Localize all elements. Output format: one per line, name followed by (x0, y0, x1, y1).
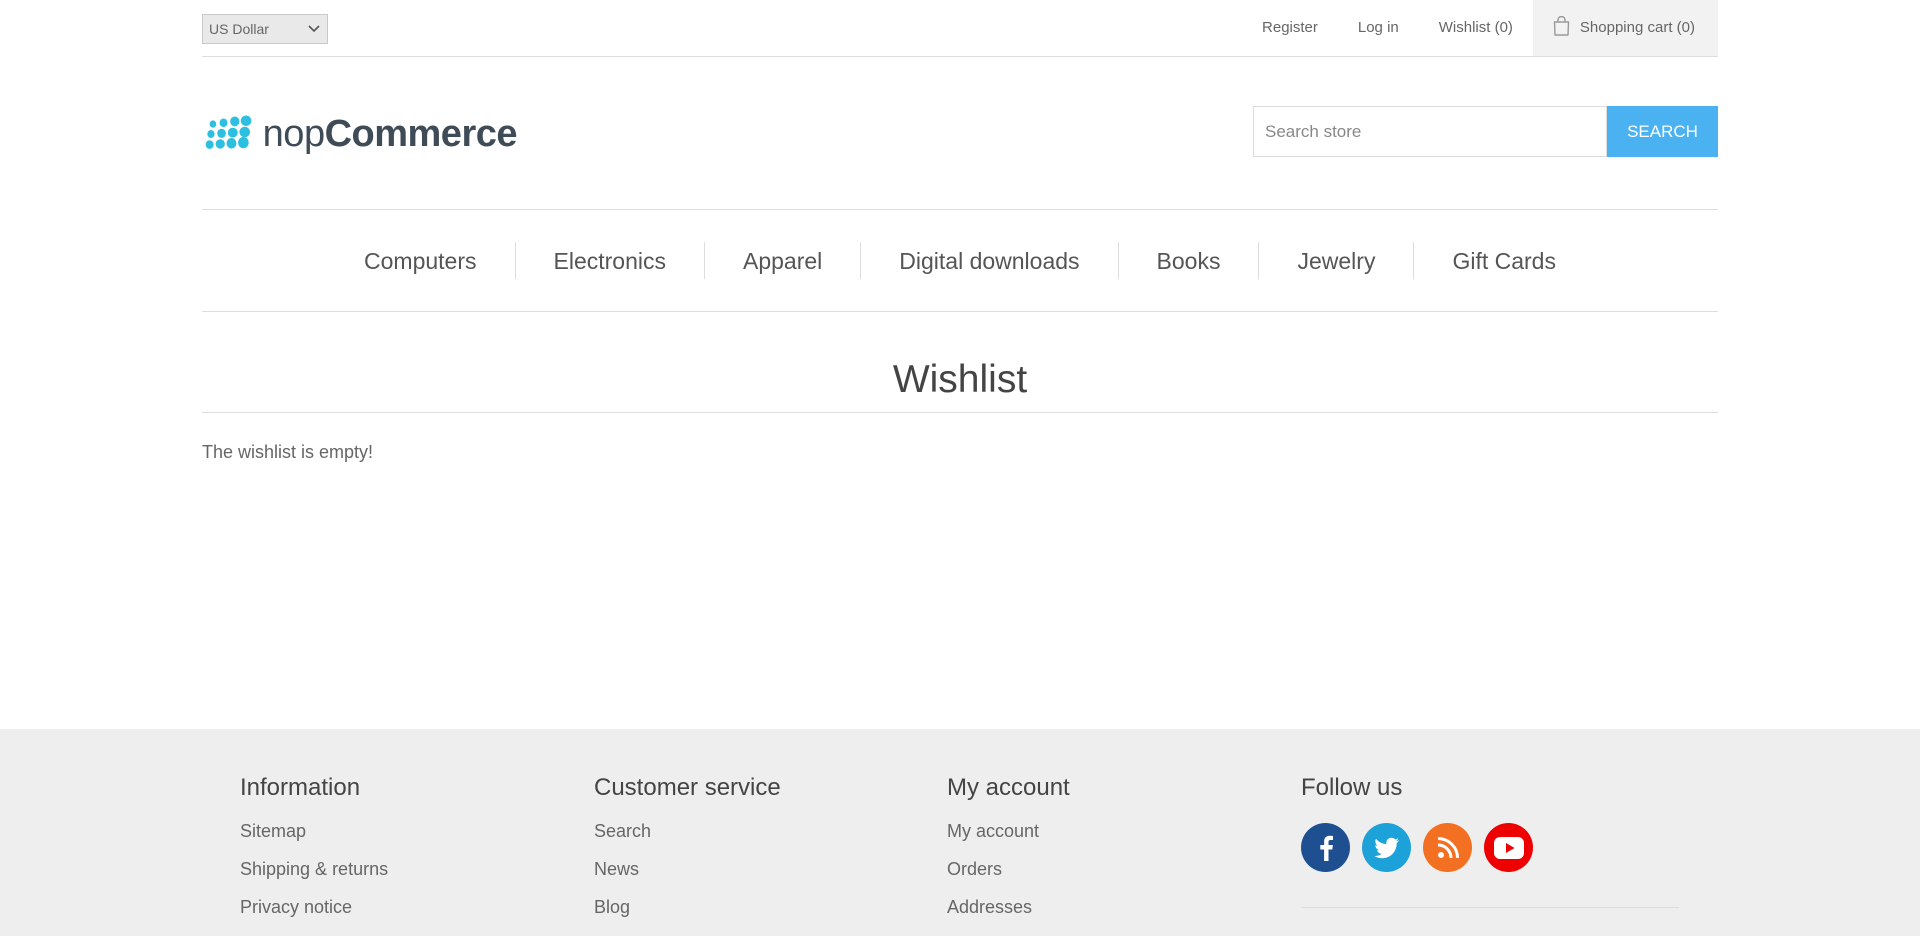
header-upper: US Dollar Register Log in Wishlist (0) S… (202, 0, 1718, 57)
page-title-bar: Wishlist (202, 352, 1718, 413)
chevron-down-icon (308, 25, 320, 33)
footer-information-title: Information (240, 774, 361, 801)
footer-divider (1301, 907, 1679, 908)
social-links (1301, 823, 1545, 872)
youtube-icon[interactable] (1484, 823, 1533, 872)
footer-link-my-account[interactable]: My account (947, 821, 1070, 859)
top-menu: Computers Electronics Apparel Digital do… (202, 209, 1718, 312)
footer-link-search[interactable]: Search (594, 821, 781, 859)
footer-link-news[interactable]: News (594, 859, 781, 897)
logo-text-bold: Commerce (324, 113, 518, 155)
footer-my-account-title: My account (947, 774, 1070, 801)
footer-link-orders[interactable]: Orders (947, 859, 1070, 897)
rss-icon[interactable] (1423, 823, 1472, 872)
menu-item-electronics[interactable]: Electronics (516, 243, 704, 279)
login-link[interactable]: Log in (1338, 0, 1419, 56)
footer-link-privacy-notice[interactable]: Privacy notice (240, 897, 388, 935)
currency-select-value: US Dollar (209, 21, 269, 37)
footer-follow-us: Follow us (1301, 773, 1545, 872)
menu-item-jewelry[interactable]: Jewelry (1259, 243, 1413, 279)
menu-item-computers[interactable]: Computers (326, 243, 514, 279)
footer-customer-service-title: Customer service (594, 774, 781, 801)
shopping-bag-icon (1553, 16, 1570, 36)
menu-item-gift-cards[interactable]: Gift Cards (1414, 243, 1594, 279)
footer-follow-us-title: Follow us (1301, 774, 1403, 801)
wishlist-empty-message: The wishlist is empty! (202, 442, 374, 462)
footer-link-blog[interactable]: Blog (594, 897, 781, 935)
twitter-icon[interactable] (1362, 823, 1411, 872)
shopping-cart-link[interactable]: Shopping cart (0) (1532, 0, 1718, 56)
menu-item-books[interactable]: Books (1119, 243, 1259, 279)
footer-link-addresses[interactable]: Addresses (947, 897, 1070, 935)
nopcommerce-dots-logo (205, 115, 252, 149)
shopping-cart-label: Shopping cart (0) (1579, 19, 1695, 36)
logo-text-light: nop (262, 113, 325, 155)
register-link[interactable]: Register (1242, 0, 1338, 56)
footer-link-sitemap[interactable]: Sitemap (240, 821, 388, 859)
footer-information: Information Sitemap Shipping & returns P… (240, 773, 388, 935)
page-title: Wishlist (892, 358, 1028, 401)
menu-item-digital-downloads[interactable]: Digital downloads (861, 243, 1117, 279)
wishlist-link[interactable]: Wishlist (0) (1419, 0, 1533, 56)
logo-text: nopCommerce (262, 106, 518, 162)
footer-link-shipping-returns[interactable]: Shipping & returns (240, 859, 388, 897)
store-logo[interactable]: nopCommerce (205, 106, 518, 162)
currency-select[interactable]: US Dollar (202, 14, 328, 44)
footer-customer-service: Customer service Search News Blog (594, 773, 781, 935)
facebook-icon[interactable] (1301, 823, 1350, 872)
search-input[interactable] (1253, 106, 1607, 157)
footer-my-account: My account My account Orders Addresses (947, 773, 1070, 935)
search-button[interactable]: Search (1607, 106, 1718, 157)
footer: Information Sitemap Shipping & returns P… (0, 729, 1920, 936)
header-links: Register Log in Wishlist (0) Shopping ca… (1242, 0, 1718, 56)
menu-item-apparel[interactable]: Apparel (705, 243, 860, 279)
